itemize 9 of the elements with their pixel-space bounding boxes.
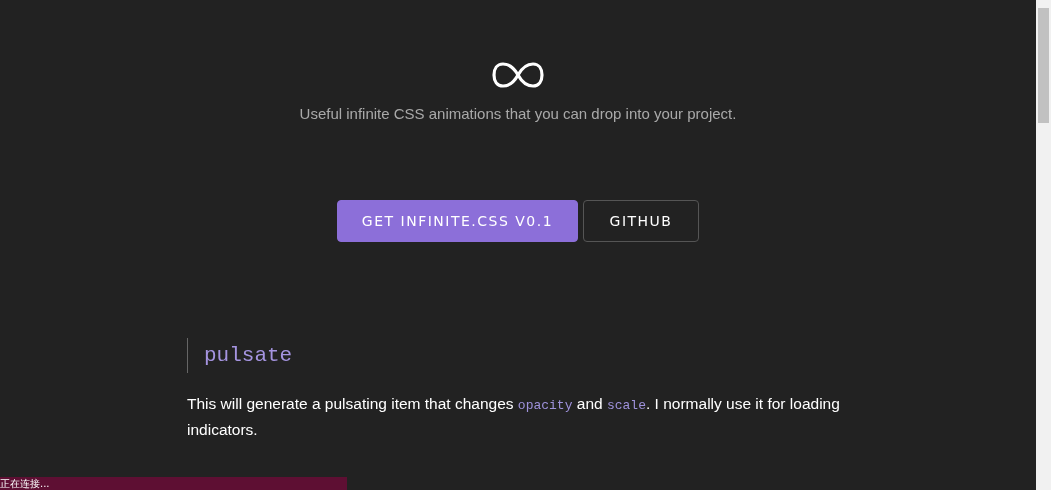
download-button[interactable]: GET INFINITE.CSS V0.1 bbox=[337, 200, 578, 242]
section-heading: pulsate bbox=[187, 338, 849, 373]
infinity-icon bbox=[491, 61, 545, 89]
description-text: This will generate a pulsating item that changes opacity and scale. I normally use it for loading indicators. bbox=[187, 394, 841, 440]
tagline: Useful infinite CSS animations that you can drop into your project. bbox=[299, 105, 737, 122]
scrollbar[interactable] bbox=[1036, 0, 1051, 490]
status-text: 正在连接... bbox=[0, 477, 50, 490]
github-button[interactable]: GITHUB bbox=[583, 200, 699, 242]
scrollbar-thumb[interactable] bbox=[1038, 8, 1049, 123]
